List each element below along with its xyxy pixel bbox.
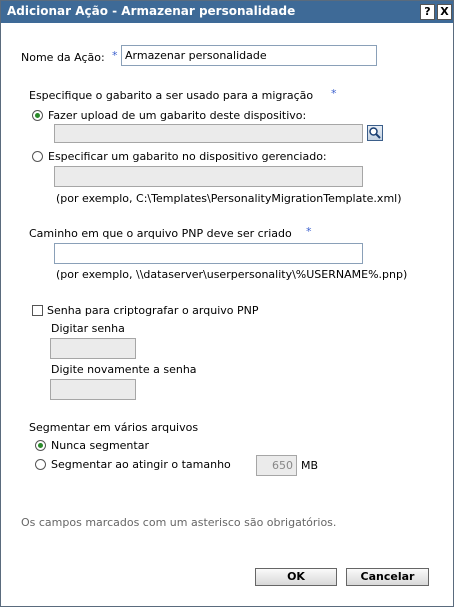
- encrypt-password-checkbox[interactable]: [32, 305, 43, 316]
- help-button[interactable]: ?: [420, 4, 435, 20]
- reenter-password-label: Digite novamente a senha: [51, 363, 197, 376]
- dialog-title: Adicionar Ação - Armazenar personalidade: [7, 4, 296, 18]
- required-asterisk: *: [331, 87, 337, 100]
- required-asterisk: *: [306, 225, 312, 238]
- managed-template-field[interactable]: [54, 166, 363, 187]
- pnp-path-field[interactable]: [54, 243, 363, 264]
- pnp-path-label: Caminho em que o arquivo PNP deve ser cr…: [29, 227, 292, 240]
- close-button[interactable]: X: [437, 4, 452, 20]
- segment-size-unit: MB: [301, 459, 319, 472]
- pnp-path-example: (por exemplo, \\dataserver\userpersonali…: [56, 268, 408, 281]
- action-name-label: Nome da Ação:: [21, 51, 105, 64]
- managed-template-radio[interactable]: [32, 151, 43, 162]
- never-segment-label[interactable]: Nunca segmentar: [51, 439, 149, 452]
- segment-size-radio[interactable]: [35, 459, 46, 470]
- cancel-button[interactable]: Cancelar: [346, 568, 429, 586]
- reenter-password-input[interactable]: [51, 380, 135, 399]
- segment-size-field[interactable]: [256, 455, 297, 476]
- pnp-path-input[interactable]: [55, 244, 362, 263]
- enter-password-field[interactable]: [50, 338, 136, 359]
- action-name-input[interactable]: [122, 46, 376, 65]
- title-bar: Adicionar Ação - Armazenar personalidade…: [1, 1, 453, 23]
- upload-template-input[interactable]: [55, 125, 362, 142]
- upload-template-label[interactable]: Fazer upload de um gabarito deste dispos…: [48, 109, 306, 122]
- segment-size-label[interactable]: Segmentar ao atingir o tamanho: [51, 458, 231, 471]
- action-name-field[interactable]: [121, 45, 377, 66]
- template-heading: Especifique o gabarito a ser usado para …: [29, 89, 314, 102]
- never-segment-radio[interactable]: [35, 440, 46, 451]
- reenter-password-field[interactable]: [50, 379, 136, 400]
- add-action-dialog: Adicionar Ação - Armazenar personalidade…: [0, 0, 454, 607]
- required-asterisk: *: [112, 49, 118, 62]
- managed-template-input[interactable]: [55, 167, 362, 186]
- enter-password-input[interactable]: [51, 339, 135, 358]
- search-icon: [369, 127, 381, 139]
- ok-button[interactable]: OK: [255, 568, 337, 586]
- enter-password-label: Digitar senha: [51, 322, 125, 335]
- encrypt-password-label[interactable]: Senha para criptografar o arquivo PNP: [47, 304, 258, 317]
- managed-template-example: (por exemplo, C:\Templates\PersonalityMi…: [56, 192, 402, 205]
- upload-template-radio[interactable]: [32, 110, 43, 121]
- upload-template-field[interactable]: [54, 124, 363, 143]
- segment-heading: Segmentar em vários arquivos: [29, 421, 199, 434]
- browse-search-button[interactable]: [367, 125, 383, 141]
- managed-template-label[interactable]: Especificar um gabarito no dispositivo g…: [48, 150, 327, 163]
- segment-size-input[interactable]: [257, 456, 296, 475]
- required-fields-note: Os campos marcados com um asterisco são …: [21, 516, 337, 529]
